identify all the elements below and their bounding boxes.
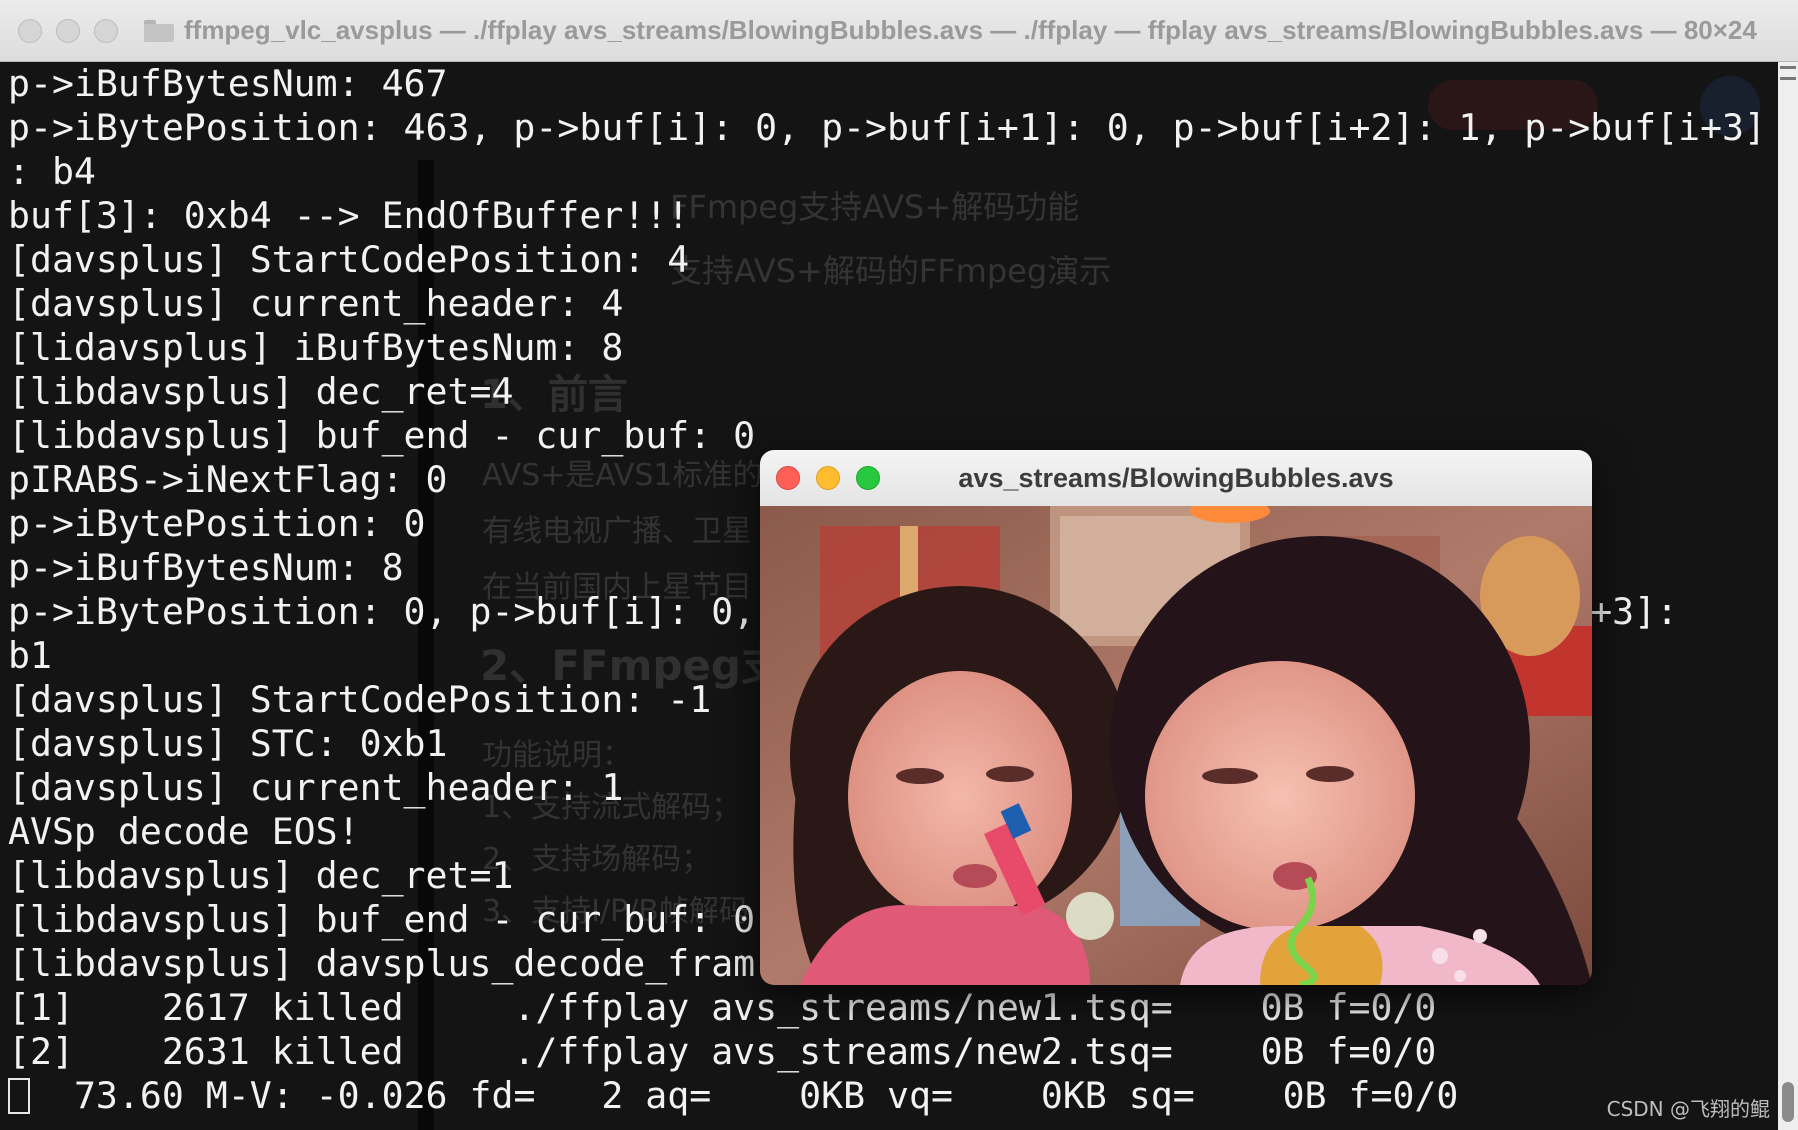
terminal-status-line: 73.60 M-V: -0.026 fd= 2 aq= 0KB vq= 0KB … <box>8 1074 1766 1118</box>
zoom-button[interactable] <box>94 18 118 43</box>
video-zoom-button[interactable] <box>856 466 880 490</box>
video-window[interactable]: avs_streams/BlowingBubbles.avs <box>760 450 1592 985</box>
terminal-line: [davsplus] StartCodePosition: 4 <box>8 238 690 281</box>
terminal-scrollbar[interactable] <box>1778 62 1798 1130</box>
video-minimize-button[interactable] <box>816 466 840 490</box>
terminal-title: ffmpeg_vlc_avsplus — ./ffplay avs_stream… <box>184 15 1757 45</box>
terminal-cursor <box>8 1078 30 1114</box>
terminal-line: : b4 <box>8 150 96 193</box>
terminal-line: [2] 2631 killed ./ffplay avs_streams/new… <box>8 1030 1437 1073</box>
terminal-line: buf[3]: 0xb4 --> EndOfBuffer!!! <box>8 194 690 237</box>
terminal-titlebar[interactable]: ffmpeg_vlc_avsplus — ./ffplay avs_stream… <box>0 0 1798 62</box>
folder-icon <box>144 19 174 42</box>
scroll-thumb[interactable] <box>1782 1082 1794 1122</box>
video-title: avs_streams/BlowingBubbles.avs <box>958 463 1394 493</box>
video-frame[interactable] <box>760 506 1592 985</box>
terminal-line: [lidavsplus] iBufBytesNum: 8 <box>8 326 624 369</box>
terminal-line: p->iBufBytesNum: 467 <box>8 62 448 105</box>
status-text: 73.60 M-V: -0.026 fd= 2 aq= 0KB vq= 0KB … <box>30 1074 1459 1117</box>
terminal-line: [libdavsplus] dec_ret=4 <box>8 370 514 413</box>
terminal-line: [1] 2617 killed ./ffplay avs_streams/new… <box>8 986 1437 1029</box>
minimize-button[interactable] <box>56 18 80 43</box>
video-titlebar[interactable]: avs_streams/BlowingBubbles.avs <box>760 450 1592 507</box>
watermark: CSDN @飞翔的鲲 <box>1606 1097 1770 1121</box>
terminal-line: p->iBytePosition: 463, p->buf[i]: 0, p->… <box>8 106 1766 149</box>
terminal-line: [davsplus] current_header: 4 <box>8 282 624 325</box>
close-button[interactable] <box>18 18 42 43</box>
scroll-indicator-icon <box>1780 66 1796 80</box>
video-close-button[interactable] <box>776 466 800 490</box>
